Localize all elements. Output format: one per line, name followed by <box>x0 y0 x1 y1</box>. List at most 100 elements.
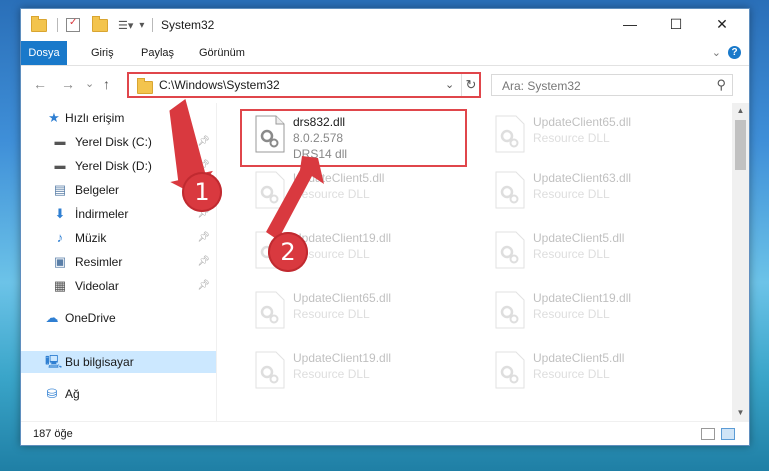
file-type: Resource DLL <box>533 131 610 145</box>
file-type: Resource DLL <box>533 307 610 321</box>
sidebar-item-label: Yerel Disk (D:) <box>75 159 152 173</box>
file-type: Resource DLL <box>533 247 610 261</box>
file-name: UpdateClient65.dll <box>533 115 632 129</box>
tiles-view-icon[interactable] <box>721 428 735 440</box>
expand-ribbon-icon[interactable]: ⌄ <box>712 46 721 59</box>
sidebar-item-this-pc[interactable]: 🖳 Bu bilgisayar <box>21 351 216 373</box>
file-type: Resource DLL <box>293 367 370 381</box>
dll-file-icon <box>495 291 525 329</box>
sidebar-item-label: Videolar <box>75 279 119 293</box>
search-box[interactable]: Ara: System32 ⚲ <box>491 74 733 96</box>
pin-icon: 📌︎ <box>197 280 210 291</box>
file-tile[interactable]: UpdateClient19.dll Resource DLL <box>485 285 705 337</box>
sidebar-item-music[interactable]: ♪ Müzik 📌︎ <box>21 227 216 249</box>
sidebar-item-label: Hızlı erişim <box>65 111 125 125</box>
sidebar-item-label: Bu bilgisayar <box>65 355 134 369</box>
file-type: Resource DLL <box>293 307 370 321</box>
dll-file-icon <box>495 351 525 389</box>
tab-file[interactable]: Dosya <box>21 41 67 65</box>
properties-icon[interactable]: ✓ <box>66 17 80 32</box>
dll-file-icon <box>495 115 525 153</box>
file-tile[interactable]: UpdateClient63.dll Resource DLL <box>485 165 705 217</box>
sidebar-item-drive-c[interactable]: ▬ Yerel Disk (C:) 📌︎ <box>21 131 216 153</box>
dll-file-icon <box>495 171 525 209</box>
maximize-button[interactable]: ☐ <box>653 9 699 39</box>
drive-icon: ▬ <box>54 160 66 172</box>
address-bar[interactable]: C:\Windows\System32 ⌄ ↻ <box>127 72 481 98</box>
dll-file-icon <box>255 351 285 389</box>
videos-icon: ▦ <box>53 278 67 293</box>
sidebar-item-label: Yerel Disk (C:) <box>75 135 152 149</box>
help-icon[interactable]: ? <box>728 46 741 59</box>
tab-home[interactable]: Giriş <box>91 41 114 65</box>
file-tile[interactable]: UpdateClient5.dll Resource DLL <box>245 165 465 217</box>
folder-icon <box>137 78 153 94</box>
customize-toolbar-icon[interactable]: ☰▾ <box>118 19 133 32</box>
sidebar-item-pictures[interactable]: ▣ Resimler 📌︎ <box>21 251 216 273</box>
sidebar-item-label: Resimler <box>75 255 123 269</box>
file-tile[interactable]: UpdateClient19.dll Resource DLL <box>245 345 465 397</box>
new-folder-icon[interactable] <box>92 15 108 32</box>
recent-locations-button[interactable]: ⌄ <box>85 77 94 90</box>
dll-file-icon <box>255 171 285 209</box>
sidebar-item-label: İndirmeler <box>75 207 129 221</box>
file-name: UpdateClient19.dll <box>293 351 392 365</box>
folder-icon <box>31 15 47 32</box>
scroll-down-icon[interactable]: ▼ <box>732 405 749 421</box>
file-name: UpdateClient65.dll <box>293 291 392 305</box>
drive-icon: ▬ <box>54 136 66 148</box>
file-tile[interactable]: UpdateClient5.dll Resource DLL <box>485 345 705 397</box>
address-path[interactable]: C:\Windows\System32 <box>159 78 280 92</box>
minimize-button[interactable]: — <box>607 9 653 39</box>
file-name: UpdateClient5.dll <box>533 351 625 365</box>
file-name: UpdateClient19.dll <box>293 231 392 245</box>
divider <box>57 18 58 32</box>
step1-badge: 1 <box>182 172 222 212</box>
scrollbar-thumb[interactable] <box>735 120 746 170</box>
file-name: UpdateClient19.dll <box>533 291 632 305</box>
sidebar-item-videos[interactable]: ▦ Videolar 📌︎ <box>21 275 216 297</box>
sidebar-item-label: Ağ <box>65 387 80 401</box>
search-icon: ⚲ <box>716 77 726 92</box>
file-explorer-window: ✓ ☰▾ ▾ System32 — ☐ ✕ Dosya Giriş Paylaş… <box>20 8 750 446</box>
star-icon: ★ <box>48 110 60 125</box>
up-button[interactable]: ↑ <box>103 76 110 92</box>
dll-file-icon <box>495 231 525 269</box>
cloud-icon: ☁ <box>45 310 59 325</box>
search-input[interactable]: Ara: System32 <box>502 79 581 93</box>
file-name: UpdateClient63.dll <box>533 171 632 185</box>
download-icon: ⬇ <box>54 206 66 221</box>
pictures-icon: ▣ <box>53 254 67 269</box>
status-bar: 187 öğe <box>21 421 749 445</box>
navigation-pane: ★ Hızlı erişim ▬ Yerel Disk (C:) 📌︎ ▬ Ye… <box>21 103 216 421</box>
close-button[interactable]: ✕ <box>699 9 745 39</box>
tab-share[interactable]: Paylaş <box>141 41 174 65</box>
toolbar-dropdown-icon[interactable]: ▾ <box>139 20 144 31</box>
refresh-button[interactable]: ↻ <box>461 74 480 96</box>
forward-button[interactable]: → <box>61 76 75 92</box>
pin-icon: 📌︎ <box>197 232 210 243</box>
vertical-scrollbar[interactable]: ▲ ▼ <box>732 103 749 421</box>
divider <box>152 18 154 32</box>
scroll-up-icon[interactable]: ▲ <box>732 103 749 119</box>
file-tile[interactable]: UpdateClient5.dll Resource DLL <box>485 225 705 277</box>
file-tile[interactable]: UpdateClient65.dll Resource DLL <box>245 285 465 337</box>
sidebar-item-drive-d[interactable]: ▬ Yerel Disk (D:) 📌︎ <box>21 155 216 177</box>
highlight-box <box>240 109 467 167</box>
title-bar: ✓ ☰▾ ▾ System32 — ☐ ✕ <box>21 9 749 41</box>
sidebar-item-onedrive[interactable]: ☁ OneDrive <box>21 307 216 329</box>
dll-file-icon <box>255 291 285 329</box>
file-tile[interactable]: UpdateClient65.dll Resource DLL <box>485 109 705 161</box>
sidebar-item-label: Belgeler <box>75 183 120 197</box>
file-name: UpdateClient5.dll <box>293 171 385 185</box>
sidebar-item-downloads[interactable]: ⬇ İndirmeler 📌︎ <box>21 203 216 225</box>
sidebar-item-quick-access[interactable]: ★ Hızlı erişim <box>21 107 216 129</box>
documents-icon: ▤ <box>53 182 67 197</box>
details-view-icon[interactable] <box>701 428 715 440</box>
back-button[interactable]: ← <box>33 76 47 92</box>
sidebar-item-network[interactable]: ⛁ Ağ <box>21 383 216 405</box>
computer-icon: 🖳 <box>45 354 63 369</box>
address-dropdown-icon[interactable]: ⌄ <box>445 78 454 91</box>
window-title: System32 <box>161 18 215 32</box>
tab-view[interactable]: Görünüm <box>199 41 245 65</box>
